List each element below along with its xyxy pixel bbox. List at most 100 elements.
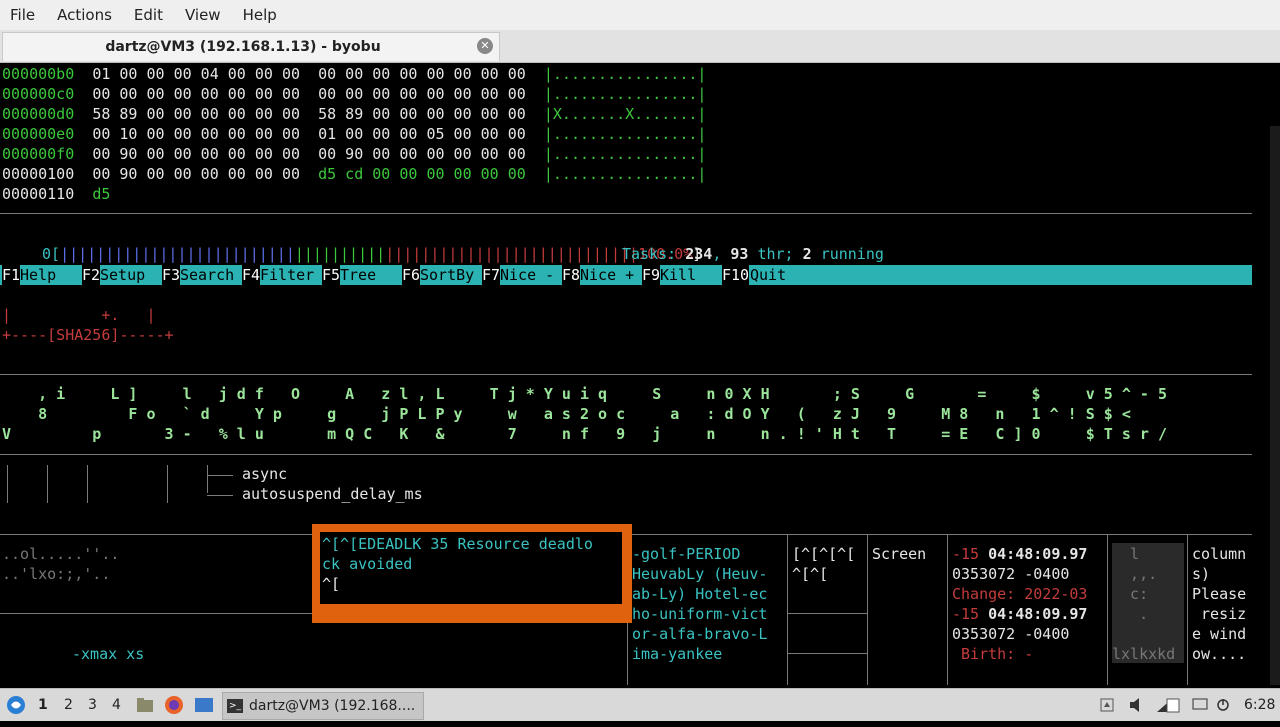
sha256-art-line: | +. | <box>2 306 156 324</box>
terminal-tab[interactable]: dartz@VM3 (192.168.1.13) - byobu ✕ <box>2 32 500 61</box>
menu-file[interactable]: File <box>10 6 35 24</box>
nato-line: -golf-PERIOD <box>632 545 741 563</box>
screen-label: Screen <box>872 545 927 563</box>
fkey-nice-minus[interactable]: Nice - <box>500 265 554 285</box>
file-manager-icon[interactable] <box>136 689 154 721</box>
volume-icon[interactable] <box>1128 689 1146 721</box>
tree-branch <box>207 475 233 476</box>
tree-guide <box>47 465 48 503</box>
hex-row: 00000110 d5 <box>2 185 111 203</box>
menu-view[interactable]: View <box>185 6 221 24</box>
tab-bar: dartz@VM3 (192.168.1.13) - byobu ✕ <box>0 30 1280 63</box>
escape-seq: [^[^[^[ <box>792 545 856 563</box>
fkey-sortby[interactable]: SortBy <box>420 265 474 285</box>
terminal[interactable]: 000000b0 01 00 00 00 04 00 00 00 00 00 0… <box>0 63 1280 685</box>
firefox-icon[interactable] <box>164 689 184 721</box>
fkey: F6 <box>402 265 421 285</box>
art-line: l <box>1112 545 1158 563</box>
pane-divider <box>0 213 1252 214</box>
tree-guide <box>167 465 168 503</box>
stat-line: -15 04:48:09.97 <box>952 605 1088 623</box>
tree-branch <box>207 495 233 496</box>
hex-row: 000000d0 58 89 00 00 00 00 00 00 58 89 0… <box>2 105 707 123</box>
stat-line: -15 04:48:09.97 <box>952 545 1088 563</box>
clipboard-icon[interactable] <box>1166 689 1184 721</box>
taskbar: 1 2 3 4 >_ dartz@VM3 (192.168.... 6:28 <box>0 688 1280 721</box>
pane-divider <box>788 653 867 654</box>
nato-line: or-alfa-bravo-L <box>632 625 768 643</box>
sha256-art-line: +----[SHA256]-----+ <box>2 326 174 344</box>
close-icon[interactable]: ✕ <box>477 38 493 54</box>
art-line: lxlkxkd <box>1112 645 1176 663</box>
active-pane-highlight[interactable]: ^[^[EDEADLK 35 Resource deadlo ck avoide… <box>312 524 632 623</box>
ascii-art-line: ..ol.....''.. <box>2 545 120 563</box>
taskbar-terminal-label: dartz@VM3 (192.168.... <box>249 698 416 714</box>
stat-line: Birth: - <box>952 645 1034 663</box>
pane-divider <box>0 613 312 614</box>
fkey: F1 <box>2 265 21 285</box>
errno-pane[interactable]: ^[^[EDEADLK 35 Resource deadlo ck avoide… <box>320 532 622 604</box>
fkey-help[interactable]: Help <box>20 265 74 285</box>
tree-item: async <box>242 465 288 483</box>
prompt-line: ^[ <box>322 575 341 593</box>
errno-line: ck avoided <box>322 555 413 573</box>
tab-title: dartz@VM3 (192.168.1.13) - byobu <box>105 39 381 55</box>
menu-edit[interactable]: Edit <box>134 6 163 24</box>
hex-row: 000000b0 01 00 00 00 04 00 00 00 00 00 0… <box>2 65 707 83</box>
resize-msg-line: column <box>1192 545 1247 563</box>
stat-line: Change: 2022-03 <box>952 585 1088 603</box>
menu-help[interactable]: Help <box>243 6 277 24</box>
fkey-nice-plus[interactable]: Nice + <box>580 265 634 285</box>
art-line: c: <box>1112 585 1158 603</box>
stat-line: 0353072 -0400 <box>952 565 1070 583</box>
fkey: F9 <box>642 265 661 285</box>
workspace-1[interactable]: 1 <box>38 689 48 721</box>
matrix-row: , i L ] l j d f O A z l , L T j * Y u i … <box>2 385 1167 403</box>
desktop-icon[interactable] <box>194 689 214 721</box>
fkey: F3 <box>162 265 181 285</box>
menu-bar: File Actions Edit View Help <box>0 0 1280 30</box>
art-line: ,,. <box>1112 565 1158 583</box>
pane-divider <box>787 535 788 685</box>
matrix-row: 8 F o ` d Y p g j P L P y w a s 2 o c a … <box>2 405 1131 423</box>
escape-seq: ^[^[ <box>792 565 829 583</box>
resize-msg-line: s) <box>1192 565 1211 583</box>
workspace-2[interactable]: 2 <box>64 689 73 721</box>
menu-actions[interactable]: Actions <box>57 6 112 24</box>
taskbar-terminal-button[interactable]: >_ dartz@VM3 (192.168.... <box>222 692 424 720</box>
ascii-art-line: ..'lxo:;,'.. <box>2 565 111 583</box>
start-menu-icon[interactable] <box>6 689 28 721</box>
tasks-summary: Tasks: 234, 93 thr; 2 running <box>622 245 884 263</box>
workspace-4[interactable]: 4 <box>112 689 121 721</box>
fkey: F4 <box>242 265 261 285</box>
tree-guide <box>7 465 8 503</box>
fkey: F8 <box>562 265 581 285</box>
scrollbar[interactable] <box>1270 126 1280 685</box>
tree-item: autosuspend_delay_ms <box>242 485 423 503</box>
tree-guide <box>207 465 208 493</box>
resize-msg-line: resiz <box>1192 605 1247 623</box>
nato-line: HeuvabLy (Heuv- <box>632 565 768 583</box>
nato-line: ima-yankee <box>632 645 723 663</box>
art-line: . <box>1112 605 1158 623</box>
clock[interactable]: 6:28 <box>1244 689 1275 721</box>
fkey-search[interactable]: Search <box>180 265 234 285</box>
matrix-row: V p 3 - % l u m Q C K & 7 n f 9 j n n . … <box>2 425 1167 443</box>
fkey-filter[interactable]: Filter <box>260 265 314 285</box>
fkey-kill[interactable]: Kill <box>660 265 714 285</box>
eject-icon[interactable] <box>1100 689 1116 721</box>
pane-divider <box>0 454 1252 455</box>
tree-guide <box>87 465 88 503</box>
fkey-setup[interactable]: Setup <box>100 265 154 285</box>
display-icon[interactable] <box>1192 689 1210 721</box>
fkey-quit[interactable]: Quit <box>750 265 786 285</box>
fkey-tree[interactable]: Tree <box>340 265 394 285</box>
stat-line: 0353072 -0400 <box>952 625 1070 643</box>
cpu-meter: 0[||||||||||||||||||||||||||||||||||||||… <box>42 245 702 263</box>
fkey: F7 <box>482 265 501 285</box>
fkey: F10 <box>722 265 750 285</box>
power-icon[interactable] <box>1216 689 1232 721</box>
hex-row: 000000e0 00 10 00 00 00 00 00 00 01 00 0… <box>2 125 707 143</box>
xmax-text: -xmax xs <box>72 645 145 663</box>
workspace-3[interactable]: 3 <box>88 689 97 721</box>
